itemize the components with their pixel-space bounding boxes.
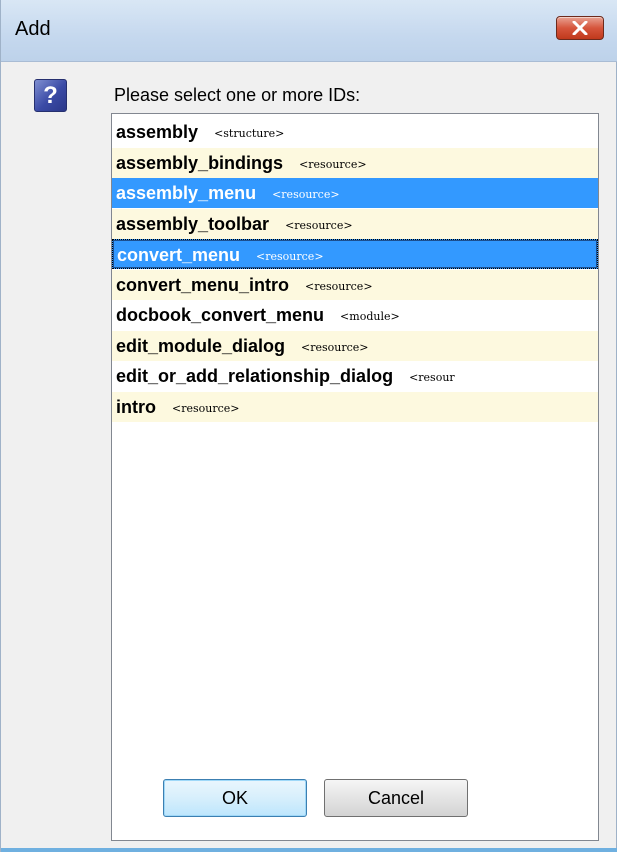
id-listbox[interactable]: assembly <structure> assembly_bindings <res… [111, 113, 599, 841]
list-item-id: intro [116, 396, 156, 417]
list-item-type: <resour [409, 371, 455, 384]
list-item[interactable]: assembly_menu <resource> [112, 178, 598, 208]
list-item-id: assembly_bindings [116, 152, 284, 173]
list-item-id: edit_or_add_relationship_dialog [116, 366, 394, 386]
list-item[interactable]: docbook_convert_menu <module> [112, 300, 598, 330]
list-item-id: convert_menu_intro [116, 274, 290, 295]
dialog-title: Add [15, 18, 51, 40]
close-button[interactable] [556, 16, 604, 40]
close-icon [572, 21, 588, 35]
list-item-type: <resource> [301, 340, 369, 354]
list-item-type: <resource> [285, 218, 353, 232]
prompt-label: Please select one or more IDs: [114, 85, 361, 105]
list-item-id: edit_module_dialog [116, 335, 286, 356]
list-item[interactable]: edit_or_add_relationship_dialog <resour [112, 361, 598, 391]
list-item-id: convert_menu [117, 245, 241, 265]
list-item[interactable]: assembly_bindings <resource> [112, 147, 598, 178]
list-item[interactable]: assembly_toolbar <resource> [112, 208, 598, 239]
add-dialog: Add ? Please select one or more IDs: ass… [0, 0, 617, 852]
list-item[interactable]: convert_menu <resource> [112, 239, 598, 269]
cancel-button[interactable]: Cancel [324, 779, 468, 817]
list-item-type: <resource> [172, 401, 240, 415]
list-item-type: <resource> [305, 279, 373, 293]
list-item[interactable]: edit_module_dialog <resource> [112, 330, 598, 361]
list-item-type: <structure> [214, 127, 285, 140]
list-item-type: <resource> [299, 157, 367, 171]
window-bottom-border [1, 848, 617, 852]
list-item[interactable]: assembly <structure> [112, 117, 598, 147]
list-item-type: <resource> [256, 250, 324, 263]
list-item[interactable]: convert_menu_intro <resource> [112, 269, 598, 300]
list-item-type: <resource> [272, 188, 340, 201]
list-item-id: assembly [116, 122, 199, 142]
list-item[interactable]: intro <resource> [112, 391, 598, 422]
list-item-type: <module> [340, 310, 400, 323]
list-item-id: docbook_convert_menu [116, 305, 325, 325]
list-item-id: assembly_menu [116, 183, 257, 203]
ok-button[interactable]: OK [163, 779, 307, 817]
list-item-id: assembly_toolbar [116, 213, 270, 234]
question-icon: ? [34, 79, 67, 112]
title-bar[interactable]: Add [1, 0, 617, 62]
